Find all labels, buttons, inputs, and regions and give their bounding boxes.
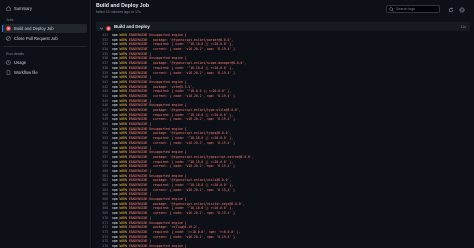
sidebar: Summary Jobs Build and Deploy Job Close …	[0, 0, 91, 248]
sidebar-item-build-and-deploy-job[interactable]: Build and Deploy Job	[3, 24, 87, 33]
log-text: npm WARN EBADENGINE Unsupported engine {	[112, 243, 187, 248]
sidebar-item-usage[interactable]: Usage	[3, 58, 87, 67]
home-icon	[6, 6, 11, 11]
sidebar-item-label: Build and Deploy Job	[14, 26, 54, 31]
sidebar-item-label: Workflow file	[14, 70, 38, 75]
step-header[interactable]: Build and Deploy 11s	[96, 22, 470, 31]
file-icon	[6, 70, 11, 75]
search-logs-input[interactable]: Search logs	[386, 5, 440, 13]
sidebar-item-label: Usage	[14, 60, 27, 65]
step-duration: 11s	[460, 24, 466, 29]
settings-button[interactable]	[458, 5, 466, 13]
step-title: Build and Deploy	[114, 24, 150, 29]
sidebar-section-run-details: Run details	[6, 52, 24, 56]
refresh-icon	[448, 0, 454, 18]
search-icon	[389, 7, 394, 14]
sidebar-item-summary[interactable]: Summary	[3, 4, 87, 13]
log-line: 576 npm WARN EBADENGINE Unsupported engin…	[96, 244, 470, 248]
gear-icon	[459, 0, 465, 18]
skipped-icon	[6, 36, 11, 41]
line-number: 576	[102, 243, 108, 248]
sidebar-item-label: Summary	[14, 6, 32, 11]
rerun-button[interactable]	[447, 5, 455, 13]
failed-icon	[6, 26, 11, 31]
page-title: Build and Deploy Job	[96, 3, 150, 9]
search-placeholder: Search logs	[396, 7, 415, 11]
sidebar-item-workflow-file[interactable]: Workflow file	[3, 68, 87, 77]
sidebar-section-jobs: Jobs	[6, 18, 14, 22]
job-panel: Build and Deploy Job failed 15 minutes a…	[92, 0, 474, 248]
sidebar-divider	[4, 46, 86, 47]
clock-icon	[6, 60, 11, 65]
job-status-text: failed 15 minutes ago in 17s	[96, 10, 141, 14]
log-output: 531 npm WARN EBADENGINE Unsupported engin…	[96, 33, 470, 248]
sidebar-item-label: Close Pull Request Job	[14, 36, 58, 41]
sidebar-item-close-pull-request-job[interactable]: Close Pull Request Job	[3, 34, 87, 43]
